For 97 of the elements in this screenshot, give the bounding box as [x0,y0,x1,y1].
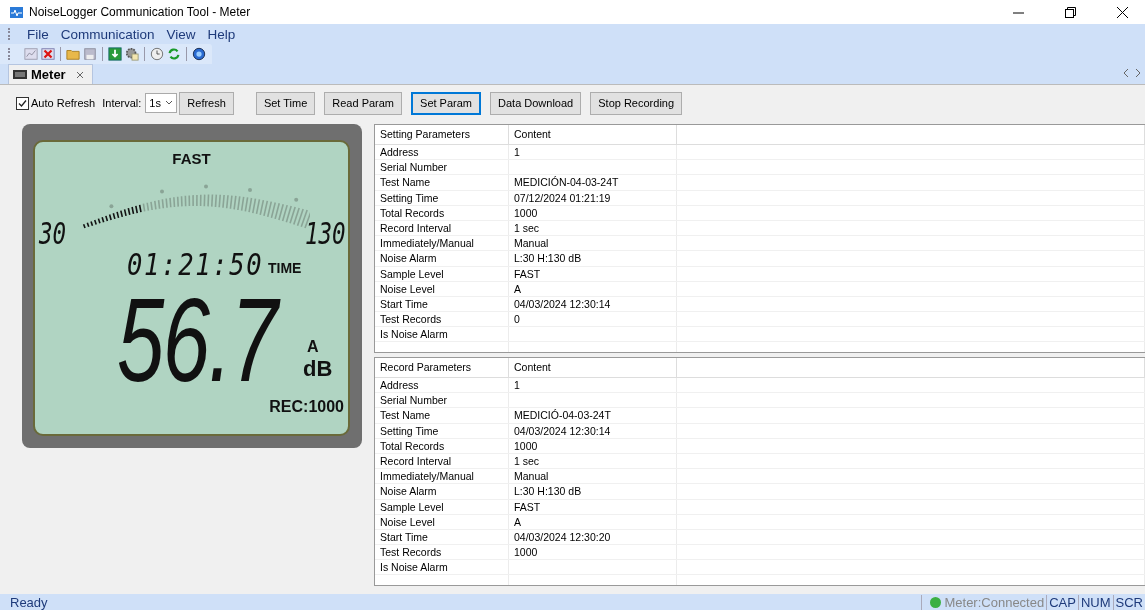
column-header[interactable]: Record Parameters [375,358,509,377]
table-cell: Test Name [375,175,509,190]
table-cell: Immediately/Manual [375,469,509,484]
menu-item[interactable]: View [160,26,202,42]
table-cell: FAST [509,499,677,514]
delete-icon[interactable] [41,47,55,61]
menu-item[interactable]: Help [201,26,242,42]
checkbox[interactable] [16,96,29,110]
table-cell: Record Interval [375,220,509,236]
column-header[interactable]: Setting Parameters [375,125,509,144]
table-cell: 04/03/2024 12:30:14 [509,296,677,312]
monitor-icon [13,70,27,79]
window-title: NoiseLogger Communication Tool - Meter [29,5,252,19]
clock-time: 01:21:50 [127,247,264,282]
interval-label: Interval: [102,97,142,109]
table-cell: Address [375,378,509,393]
scale-max: 130 [305,216,346,251]
connection-status: Meter:Connected [944,594,1045,610]
scroll-left-icon[interactable] [1123,69,1129,77]
table-cell: Noise Alarm [375,251,509,266]
table-cell: FAST [509,266,677,281]
table-cell: 1 sec [509,220,677,236]
table-cell: 1000 [509,205,677,220]
unit-label: dB [303,356,333,382]
table-cell: Total Records [375,205,509,220]
record-count: REC:1000 [269,398,344,416]
tab[interactable]: Meter [8,64,93,84]
table-cell: Sample Level [375,266,509,281]
key-indicator: NUM [1077,594,1113,610]
table-cell: L:30 H:130 dB [509,484,677,499]
scroll-right-icon[interactable] [1135,69,1141,77]
app-icon [10,6,23,18]
table-cell: 0 [509,312,677,327]
table-cell: A [509,281,677,296]
gear-icon[interactable] [125,47,139,61]
status-text: Ready [9,594,49,610]
table-cell: Start Time [375,296,509,312]
table-cell: 1 [509,145,677,160]
time-label: TIME [268,260,302,276]
clock-icon[interactable] [150,47,164,61]
table-cell: Immediately/Manual [375,236,509,251]
interval-dropdown[interactable]: 1s [145,93,178,113]
toolbar-button[interactable]: Stop Recording [590,91,683,115]
table-cell: 1000 [509,545,677,560]
table-cell: Serial Number [375,393,509,408]
toolbar-button[interactable]: Data Download [490,91,582,115]
table-cell: Noise Level [375,514,509,529]
scale-min: 30 [39,216,67,251]
folder-icon[interactable] [66,47,80,61]
table-cell: Test Records [375,312,509,327]
table-cell: 04/03/2024 12:30:14 [509,423,677,438]
table-cell: 1000 [509,438,677,453]
table-cell: Start Time [375,529,509,545]
column-header[interactable]: Content [509,125,677,144]
menu-item[interactable]: File [21,26,55,42]
table-cell: 1 sec [509,453,677,469]
toolbar-button[interactable]: Set Param [411,91,481,115]
key-indicator: CAP [1046,594,1078,610]
table-cell: Sample Level [375,499,509,514]
toolbar-button[interactable]: Read Param [324,91,403,115]
table-cell: Noise Level [375,281,509,296]
table-cell: Is Noise Alarm [375,327,509,342]
help-icon[interactable] [192,47,206,61]
table-cell: Manual [509,236,677,251]
table-cell: 07/12/2024 01:21:19 [509,190,677,205]
table-cell: 1 [509,378,677,393]
checkbox-label[interactable]: Auto Refresh [31,97,96,109]
restore-icon[interactable] [1064,6,1076,18]
connection-dot-icon [930,596,942,608]
toolbar-button[interactable]: Refresh [179,91,234,115]
close-icon[interactable] [1116,6,1128,18]
table-cell: Setting Time [375,423,509,438]
column-header[interactable]: Content [509,358,677,377]
response-mode: FAST [172,150,211,167]
table-cell: Total Records [375,438,509,453]
table-cell: MEDICIÓN-04-03-24T [509,175,677,190]
download-icon[interactable] [108,47,122,61]
table-cell: Address [375,145,509,160]
table-cell: Is Noise Alarm [375,560,509,575]
table-cell: Test Name [375,408,509,423]
check-icon [18,98,27,108]
toolbar-button[interactable]: Set Time [255,91,316,115]
key-indicator: SCR [1112,594,1145,610]
table-cell: A [509,514,677,529]
table-cell: Test Records [375,545,509,560]
menu-item[interactable]: Communication [54,26,161,42]
table-cell: 04/03/2024 12:30:20 [509,529,677,545]
table-cell: Serial Number [375,160,509,175]
chevron-down-icon[interactable] [165,100,174,106]
refresh-icon[interactable] [167,47,181,61]
weighting-label: A [307,338,319,356]
table-cell: Setting Time [375,190,509,205]
table-cell: MEDICIÓ-04-03-24T [509,408,677,423]
table-cell: Record Interval [375,453,509,469]
table-cell: Manual [509,469,677,484]
table-cell: L:30 H:130 dB [509,251,677,266]
table-cell: Noise Alarm [375,484,509,499]
